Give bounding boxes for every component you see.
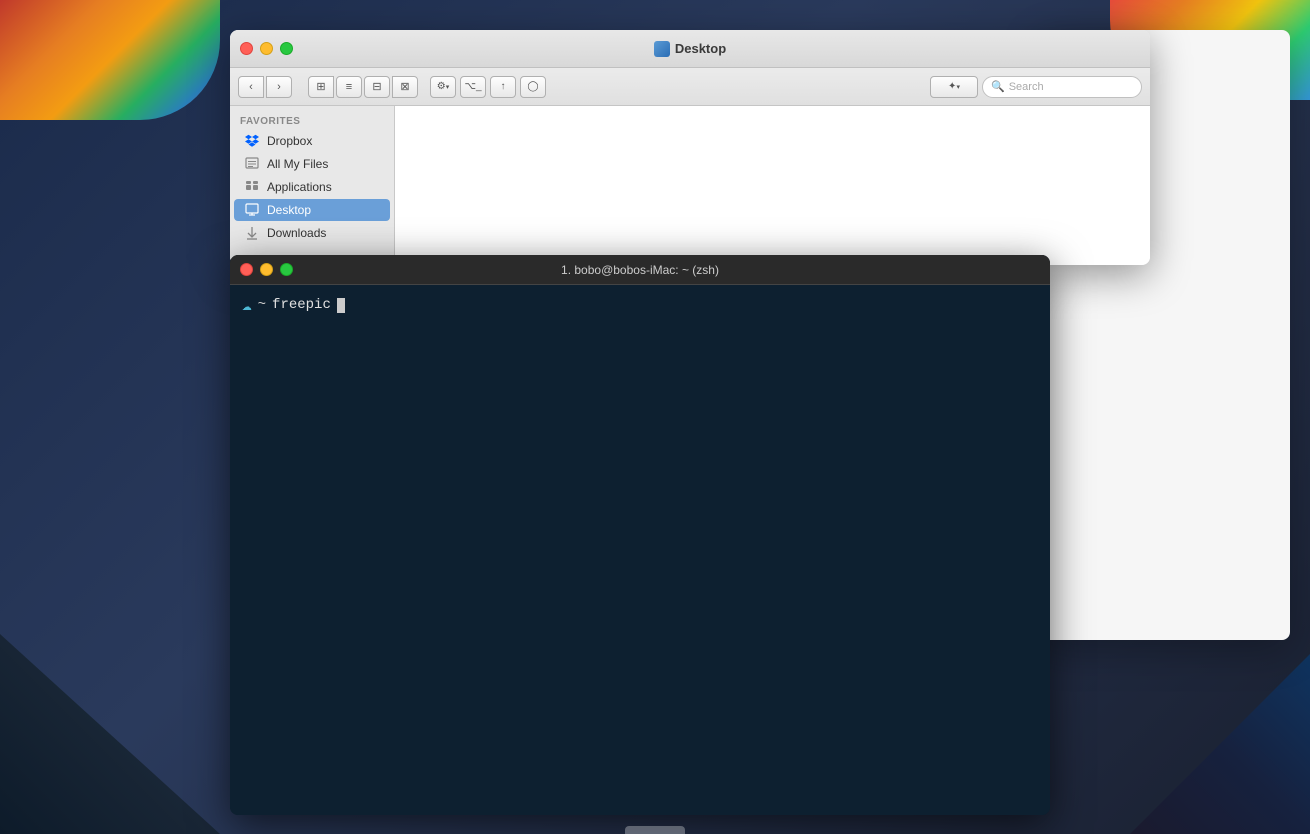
dropbox-sidebar-icon bbox=[244, 133, 260, 149]
dropbox-chevron: ▾ bbox=[956, 83, 960, 91]
finder-traffic-lights bbox=[240, 42, 293, 55]
terminal-cursor bbox=[337, 298, 345, 313]
desktop-icon bbox=[244, 202, 260, 218]
search-placeholder: Search bbox=[1009, 81, 1044, 93]
finder-search-bar[interactable]: 🔍 Search bbox=[982, 76, 1142, 98]
sidebar-item-dropbox[interactable]: Dropbox bbox=[234, 130, 390, 152]
finder-view-buttons: ⊞ ≡ ⊟ ⊠ bbox=[308, 76, 418, 98]
sidebar-item-applications[interactable]: Applications bbox=[234, 176, 390, 198]
finder-action-button[interactable]: ⚙ ▾ bbox=[430, 76, 456, 98]
finder-back-button[interactable]: ‹ bbox=[238, 76, 264, 98]
sidebar-item-downloads[interactable]: Downloads bbox=[234, 222, 390, 244]
search-icon: 🔍 bbox=[991, 80, 1005, 93]
finder-tag-button[interactable]: ◯ bbox=[520, 76, 546, 98]
terminal-title: 1. bobo@bobos-iMac: ~ (zsh) bbox=[561, 263, 719, 277]
dock-hint bbox=[625, 826, 685, 834]
terminal-close-button[interactable] bbox=[240, 263, 253, 276]
finder-content bbox=[395, 106, 1150, 265]
share-icon: ↑ bbox=[501, 81, 506, 92]
terminal-titlebar: 1. bobo@bobos-iMac: ~ (zsh) bbox=[230, 255, 1050, 285]
tag-icon: ◯ bbox=[527, 81, 538, 92]
action-chevron: ▾ bbox=[446, 83, 450, 91]
finder-title: Desktop bbox=[654, 41, 726, 57]
applications-label: Applications bbox=[267, 180, 332, 194]
finder-titlebar: Desktop bbox=[230, 30, 1150, 68]
finder-sidebar: Favorites Dropbox bbox=[230, 106, 395, 265]
finder-list-view-button[interactable]: ≡ bbox=[336, 76, 362, 98]
downloads-icon bbox=[244, 225, 260, 241]
terminal-traffic-lights bbox=[240, 263, 293, 276]
dropbox-label: Dropbox bbox=[267, 134, 312, 148]
finder-column-view-button[interactable]: ⊟ bbox=[364, 76, 390, 98]
corner-decoration-tl bbox=[0, 0, 220, 120]
finder-forward-button[interactable]: › bbox=[266, 76, 292, 98]
downloads-label: Downloads bbox=[267, 226, 326, 240]
action-icon: ⚙ bbox=[437, 81, 446, 92]
desktop-label: Desktop bbox=[267, 203, 311, 217]
finder-maximize-button[interactable] bbox=[280, 42, 293, 55]
terminal-icon: ⌥_ bbox=[464, 81, 481, 92]
finder-body: Favorites Dropbox bbox=[230, 106, 1150, 265]
all-files-label: All My Files bbox=[267, 157, 328, 171]
finder-icon-view-button[interactable]: ⊞ bbox=[308, 76, 334, 98]
terminal-window: 1. bobo@bobos-iMac: ~ (zsh) ☁ ~ freepic bbox=[230, 255, 1050, 815]
sidebar-item-desktop[interactable]: Desktop bbox=[234, 199, 390, 221]
finder-toolbar: ‹ › ⊞ ≡ ⊟ ⊠ ⚙ ▾ ⌥_ ↑ ◯ ✦ ▾ 🔍 Sea bbox=[230, 68, 1150, 106]
all-files-icon bbox=[244, 156, 260, 172]
terminal-body[interactable]: ☁ ~ freepic bbox=[230, 285, 1050, 815]
dropbox-icon: ✦ bbox=[948, 81, 956, 92]
finder-share-button[interactable]: ↑ bbox=[490, 76, 516, 98]
finder-folder-icon bbox=[654, 41, 670, 57]
terminal-maximize-button[interactable] bbox=[280, 263, 293, 276]
terminal-prompt-line: ☁ ~ freepic bbox=[242, 295, 1038, 315]
finder-terminal-button[interactable]: ⌥_ bbox=[460, 76, 486, 98]
finder-nav-buttons: ‹ › bbox=[238, 76, 292, 98]
sidebar-item-all-my-files[interactable]: All My Files bbox=[234, 153, 390, 175]
prompt-cloud-icon: ☁ bbox=[242, 295, 252, 315]
finder-close-button[interactable] bbox=[240, 42, 253, 55]
finder-cover-view-button[interactable]: ⊠ bbox=[392, 76, 418, 98]
finder-title-text: Desktop bbox=[675, 41, 726, 56]
favorites-label: Favorites bbox=[230, 112, 394, 129]
finder-dropbox-button[interactable]: ✦ ▾ bbox=[930, 76, 978, 98]
terminal-minimize-button[interactable] bbox=[260, 263, 273, 276]
applications-icon bbox=[244, 179, 260, 195]
prompt-tilde: ~ bbox=[258, 297, 266, 313]
finder-window: Desktop ‹ › ⊞ ≡ ⊟ ⊠ ⚙ ▾ ⌥_ ↑ ◯ ✦ bbox=[230, 30, 1150, 265]
finder-minimize-button[interactable] bbox=[260, 42, 273, 55]
prompt-command: freepic bbox=[272, 297, 331, 313]
